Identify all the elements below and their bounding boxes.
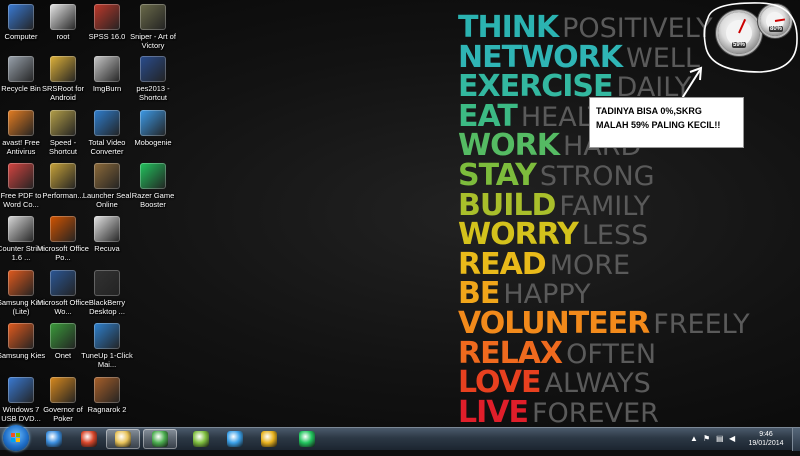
desktop-icon-label: SPSS 16.0 bbox=[88, 32, 126, 41]
recycle-bin-icon bbox=[8, 56, 34, 82]
usb-dvd-icon bbox=[8, 377, 34, 403]
video-converter-icon bbox=[94, 110, 120, 136]
speed-icon bbox=[50, 110, 76, 136]
volume-icon[interactable]: ◀ bbox=[729, 435, 737, 443]
recuva-icon bbox=[94, 216, 120, 242]
taskbar-button[interactable] bbox=[252, 429, 286, 449]
desktop-icon[interactable]: Sniper - Art of Victory bbox=[127, 4, 179, 50]
poster-subword: FREELY bbox=[653, 309, 750, 340]
taskbar-button[interactable] bbox=[290, 429, 324, 449]
desktop: THINK POSITIVELY NETWORK WELL EXERCISE DAILY E… bbox=[0, 0, 800, 427]
folder-icon bbox=[50, 4, 76, 30]
desktop-icon[interactable]: Launcher Seal Online bbox=[81, 163, 133, 209]
desktop-icon-label: Total Video Converter bbox=[88, 138, 126, 156]
desktop-icon[interactable]: Ragnarok 2 bbox=[81, 377, 133, 414]
spss-icon bbox=[94, 4, 120, 30]
internet-explorer-icon bbox=[46, 431, 62, 447]
show-hidden-icons-icon[interactable]: ▲ bbox=[690, 435, 698, 443]
razer-icon bbox=[140, 163, 166, 189]
desktop-icon-label: Launcher Seal Online bbox=[82, 191, 132, 209]
desktop-icon[interactable]: Total Video Converter bbox=[81, 110, 133, 156]
network-icon[interactable]: ▤ bbox=[716, 435, 724, 443]
blackberry-icon bbox=[94, 270, 120, 296]
avast-icon bbox=[8, 110, 34, 136]
taskbar-button[interactable] bbox=[37, 429, 71, 449]
taskbar-button[interactable] bbox=[106, 429, 140, 449]
annotation-line-2: MALAH 59% PALING KECIL!! bbox=[596, 120, 721, 130]
soccer-icon bbox=[140, 56, 166, 82]
poster-subword: FOREVER bbox=[532, 397, 659, 427]
taskbar: ▲ ⚑ ▤ ◀ 9:46 19/01/2014 bbox=[0, 425, 800, 451]
desktop-icon[interactable]: BlackBerry Desktop ... bbox=[81, 270, 133, 316]
ragnarok-icon bbox=[94, 377, 120, 403]
memory-percent-label: 80% bbox=[769, 26, 784, 32]
kies-icon bbox=[8, 323, 34, 349]
clock-date: 19/01/2014 bbox=[748, 440, 784, 447]
annotation-note: TADINYA BISA 0%,SKRG MALAH 59% PALING KE… bbox=[589, 97, 744, 148]
desktop-icon[interactable]: ImgBurn bbox=[81, 56, 133, 93]
annotation-line-1: TADINYA BISA 0%,SKRG bbox=[596, 106, 702, 116]
powerpoint-icon bbox=[50, 216, 76, 242]
desktop-icon-label: pes2013 - Shortcut bbox=[136, 84, 170, 102]
lock-icon bbox=[50, 56, 76, 82]
poker-icon bbox=[50, 377, 76, 403]
memory-gauge: 80% bbox=[760, 6, 790, 36]
twitter-icon bbox=[227, 431, 243, 447]
desktop-icon-label: Sniper - Art of Victory bbox=[130, 32, 176, 50]
desktop-icon[interactable]: SPSS 16.0 bbox=[81, 4, 133, 41]
tuneup-icon bbox=[94, 323, 120, 349]
onet-icon bbox=[50, 323, 76, 349]
taskbar-button[interactable] bbox=[218, 429, 252, 449]
start-button[interactable] bbox=[3, 425, 29, 451]
game-icon bbox=[140, 4, 166, 30]
action-center-flag-icon[interactable]: ⚑ bbox=[703, 435, 711, 443]
taskbar-button[interactable] bbox=[72, 429, 106, 449]
mobogenie-icon bbox=[140, 110, 166, 136]
windows-logo-icon bbox=[11, 433, 20, 442]
desktop-icon-label: Ragnarok 2 bbox=[87, 405, 127, 414]
desktop-icon[interactable]: TuneUp 1-Click Mai... bbox=[81, 323, 133, 369]
app-icon bbox=[193, 431, 209, 447]
pdf-icon bbox=[8, 163, 34, 189]
taskbar-button[interactable] bbox=[143, 429, 177, 449]
counter-strike-icon bbox=[8, 216, 34, 242]
clock-time: 9:46 bbox=[759, 431, 773, 438]
cpu-gauge: 59% bbox=[718, 12, 760, 54]
disc-icon bbox=[94, 56, 120, 82]
desktop-icon[interactable]: pes2013 - Shortcut bbox=[127, 56, 179, 102]
performance-icon bbox=[50, 163, 76, 189]
chrome-icon bbox=[152, 431, 168, 447]
desktop-icon-label: Razer Game Booster bbox=[131, 191, 175, 209]
media-player-icon bbox=[81, 431, 97, 447]
taskbar-button[interactable] bbox=[184, 429, 218, 449]
kies-icon bbox=[8, 270, 34, 296]
show-desktop-button[interactable] bbox=[792, 428, 800, 451]
poster-word: LIVE bbox=[458, 394, 529, 427]
desktop-icon-label: BlackBerry Desktop ... bbox=[88, 298, 126, 316]
desktop-icon-label: TuneUp 1-Click Mai... bbox=[81, 351, 133, 369]
desktop-icon-label: Mobogenie bbox=[134, 138, 172, 147]
system-clock[interactable]: 9:46 19/01/2014 bbox=[744, 430, 788, 448]
launcher-icon bbox=[94, 163, 120, 189]
cpu-percent-label: 59% bbox=[732, 42, 747, 48]
cpu-meter-gadget[interactable]: 59% 80% bbox=[716, 2, 796, 58]
poster-line: LIVE FOREVER bbox=[458, 395, 659, 427]
desktop-icon[interactable]: Razer Game Booster bbox=[127, 163, 179, 209]
razer-icon bbox=[299, 431, 315, 447]
desktop-icon-label: ImgBurn bbox=[92, 84, 122, 93]
computer-icon bbox=[8, 4, 34, 30]
file-explorer-icon bbox=[115, 431, 131, 447]
desktop-icon[interactable]: Recuva bbox=[81, 216, 133, 253]
puzzle-icon bbox=[261, 431, 277, 447]
word-icon bbox=[50, 270, 76, 296]
desktop-icon-label: Recuva bbox=[94, 244, 120, 253]
desktop-icon[interactable]: Mobogenie bbox=[127, 110, 179, 147]
